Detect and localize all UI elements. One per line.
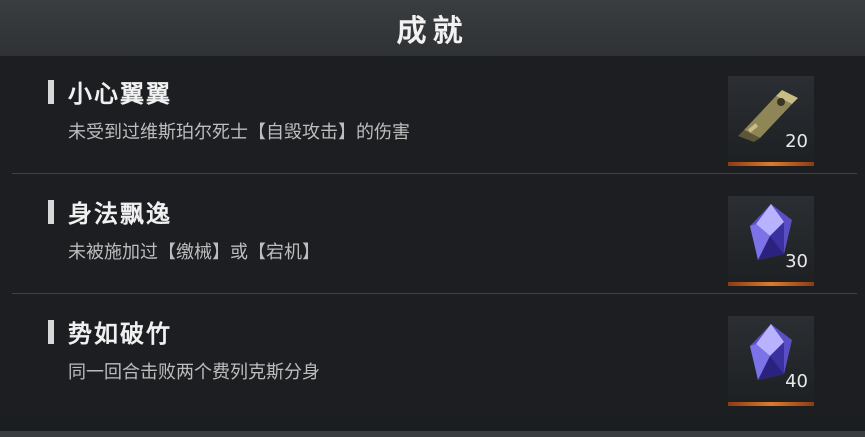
- reward-accent-line: [728, 282, 814, 286]
- achievement-panel: 小心翼翼 未受到过维斯珀尔死士【自毁攻击】的伤害 20 身法飘逸 未被施加过【缴…: [0, 56, 865, 431]
- achievement-name: 势如破竹: [68, 320, 172, 348]
- achievement-header: 成就: [0, 0, 865, 56]
- title-marker: [48, 320, 54, 344]
- achievement-row: 势如破竹 同一回合击败两个费列克斯分身 40: [12, 296, 857, 414]
- row-divider: [12, 293, 857, 294]
- reward-quantity: 40: [785, 371, 808, 392]
- reward-item[interactable]: 30: [728, 196, 814, 286]
- title-marker: [48, 200, 54, 224]
- achievement-description: 未受到过维斯珀尔死士【自毁攻击】的伤害: [68, 122, 410, 143]
- achievement-row: 小心翼翼 未受到过维斯珀尔死士【自毁攻击】的伤害 20: [12, 56, 857, 174]
- achievement-description: 未被施加过【缴械】或【宕机】: [68, 242, 320, 263]
- achievement-name: 身法飘逸: [68, 200, 172, 228]
- reward-item[interactable]: 20: [728, 76, 814, 166]
- achievement-description: 同一回合击败两个费列克斯分身: [68, 362, 320, 383]
- achievement-row: 身法飘逸 未被施加过【缴械】或【宕机】 30: [12, 176, 857, 294]
- page-title: 成就: [396, 14, 469, 49]
- reward-accent-line: [728, 162, 814, 166]
- row-divider: [12, 173, 857, 174]
- footer-bar: [0, 431, 865, 437]
- reward-quantity: 30: [785, 251, 808, 272]
- reward-item[interactable]: 40: [728, 316, 814, 406]
- achievement-name: 小心翼翼: [68, 80, 172, 108]
- reward-accent-line: [728, 402, 814, 406]
- reward-quantity: 20: [785, 131, 808, 152]
- title-marker: [48, 80, 54, 104]
